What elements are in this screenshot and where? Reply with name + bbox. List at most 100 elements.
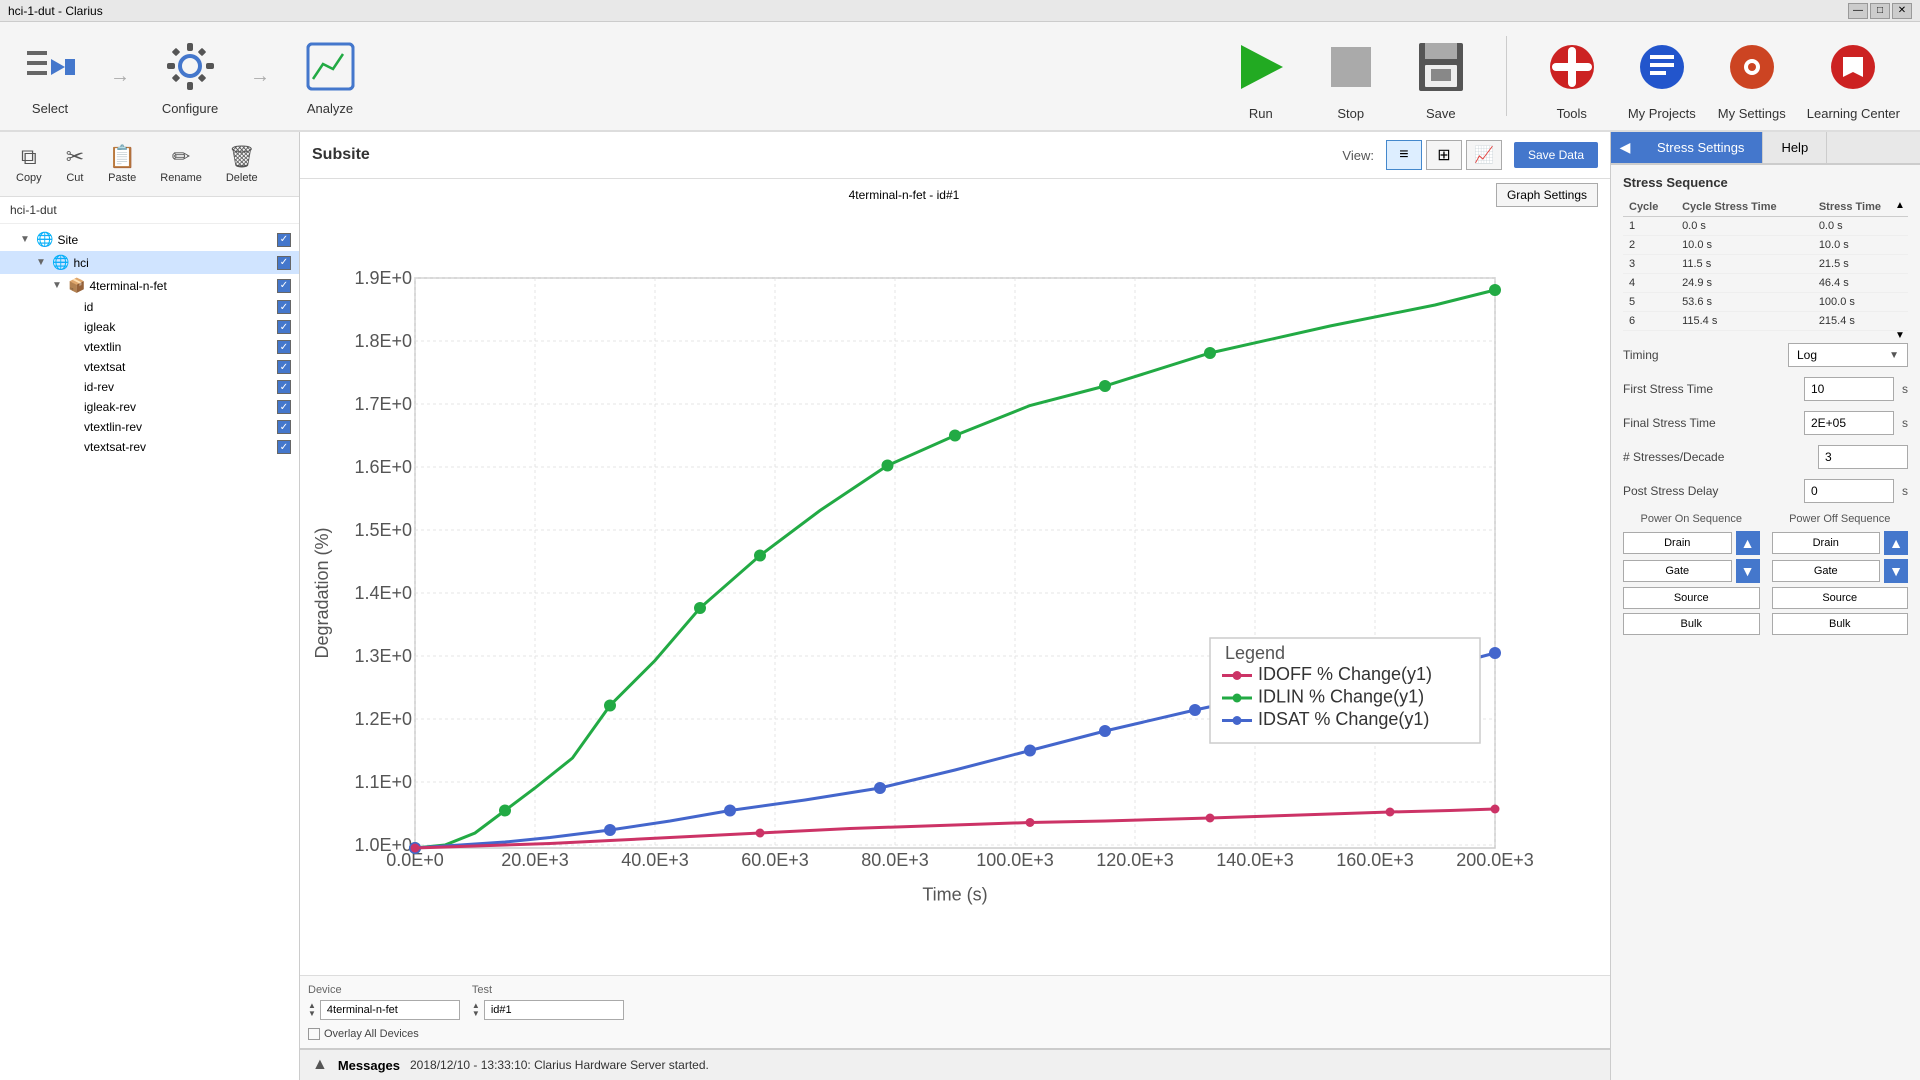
device-arrows[interactable]: ▲ ▼ — [308, 1002, 316, 1018]
cut-action[interactable]: ✂ Cut — [58, 140, 92, 188]
tree-checkbox-vtextsat[interactable]: ✓ — [277, 360, 291, 374]
view-chart-icon[interactable]: 📈 — [1466, 140, 1502, 170]
tree-expander-hci[interactable]: ▼ — [36, 257, 48, 268]
tree-label-id: id — [84, 300, 273, 314]
tree-item-vtextlin-rev[interactable]: vtextlin-rev ✓ — [0, 417, 299, 437]
tree-checkbox-id[interactable]: ✓ — [277, 300, 291, 314]
my-settings-button[interactable]: My Settings — [1717, 32, 1787, 121]
tree-item-igleak[interactable]: igleak ✓ — [0, 317, 299, 337]
power-off-gate-down[interactable]: ▼ — [1884, 559, 1908, 583]
power-on-gate-down[interactable]: ▼ — [1736, 559, 1760, 583]
power-on-col: Power On Sequence Drain ▲ Gate ▼ Source — [1623, 513, 1760, 639]
stop-button[interactable]: Stop — [1316, 32, 1386, 121]
analyze-icon — [300, 37, 360, 97]
tools-button[interactable]: Tools — [1537, 32, 1607, 121]
graph-settings-button[interactable]: Graph Settings — [1496, 183, 1598, 207]
tree-checkbox-vtextsat-rev[interactable]: ✓ — [277, 440, 291, 454]
post-stress-delay-row: Post Stress Delay s — [1623, 479, 1908, 503]
table-scroll-up[interactable]: ▲ — [1895, 200, 1905, 211]
power-on-drain-up[interactable]: ▲ — [1736, 531, 1760, 555]
device-down-arrow[interactable]: ▼ — [308, 1010, 316, 1018]
tree-checkbox-site[interactable]: ✓ — [277, 233, 291, 247]
tree-label-site: Site — [57, 233, 273, 247]
tree-item-site[interactable]: ▼ 🌐 Site ✓ — [0, 228, 299, 251]
maximize-btn[interactable]: □ — [1870, 3, 1890, 19]
first-stress-time-input[interactable] — [1804, 377, 1894, 401]
table-scroll-arrows[interactable]: ▲ ▼ — [1892, 198, 1908, 343]
chart-header: Subsite View: ≡ ⊞ 📈 Save Data — [300, 132, 1610, 179]
table-scroll-down[interactable]: ▼ — [1895, 330, 1905, 341]
svg-text:1.5E+0: 1.5E+0 — [354, 520, 412, 540]
device-value: 4terminal-n-fet — [320, 1000, 460, 1020]
delete-icon: 🗑 — [228, 144, 256, 170]
copy-action[interactable]: ⧉ Copy — [8, 140, 50, 188]
right-panel-back-arrow[interactable]: ◀ — [1611, 132, 1639, 163]
messages-bar: ▲ Messages 2018/12/10 - 13:33:10: Clariu… — [300, 1048, 1610, 1080]
messages-toggle[interactable]: ▲ — [312, 1056, 328, 1074]
tree-checkbox-id-rev[interactable]: ✓ — [277, 380, 291, 394]
my-projects-button[interactable]: My Projects — [1627, 32, 1697, 121]
svg-text:1.1E+0: 1.1E+0 — [354, 772, 412, 792]
tree-checkbox-igleak-rev[interactable]: ✓ — [277, 400, 291, 414]
view-table-icon[interactable]: ≡ — [1386, 140, 1422, 170]
learning-center-button[interactable]: Learning Center — [1807, 32, 1900, 121]
final-stress-time-input[interactable] — [1804, 411, 1894, 435]
tab-stress-settings[interactable]: Stress Settings — [1639, 132, 1763, 163]
tree-checkbox-hci[interactable]: ✓ — [277, 256, 291, 270]
test-value: id#1 — [484, 1000, 624, 1020]
stress-sequence-section: Stress Sequence Cycle Cycle Stress Time … — [1623, 175, 1908, 343]
delete-action[interactable]: 🗑 Delete — [218, 140, 266, 188]
save-label: Save — [1426, 106, 1456, 121]
save-data-button[interactable]: Save Data — [1514, 142, 1598, 168]
tree-item-id[interactable]: id ✓ — [0, 297, 299, 317]
tree-icon-hci: 🌐 — [52, 254, 69, 271]
overlay-checkbox[interactable] — [308, 1028, 320, 1040]
right-panel: ◀ Stress Settings Help Stress Sequence C… — [1610, 132, 1920, 1080]
copy-icon: ⧉ — [21, 144, 37, 170]
rename-action[interactable]: ✏ Rename — [152, 140, 210, 188]
right-panel-content: Stress Sequence Cycle Cycle Stress Time … — [1611, 165, 1920, 1080]
tab-help[interactable]: Help — [1763, 132, 1827, 163]
test-select[interactable]: ▲ ▼ id#1 — [472, 1000, 624, 1020]
tree-item-igleak-rev[interactable]: igleak-rev ✓ — [0, 397, 299, 417]
tree-item-vtextlin[interactable]: vtextlin ✓ — [0, 337, 299, 357]
test-arrows[interactable]: ▲ ▼ — [472, 1002, 480, 1018]
view-grid-icon[interactable]: ⊞ — [1426, 140, 1462, 170]
close-btn[interactable]: ✕ — [1892, 3, 1912, 19]
svg-text:100.0E+3: 100.0E+3 — [976, 850, 1054, 870]
stresses-per-decade-row: # Stresses/Decade — [1623, 445, 1908, 469]
tree-checkbox-vtextlin-rev[interactable]: ✓ — [277, 420, 291, 434]
timing-dropdown-arrow: ▼ — [1889, 350, 1899, 361]
tree-checkbox-vtextlin[interactable]: ✓ — [277, 340, 291, 354]
stress-sequence-table: Cycle Cycle Stress Time Stress Time 1 0.… — [1623, 198, 1908, 331]
paste-action[interactable]: 📋 Paste — [100, 140, 144, 188]
messages-label: Messages — [338, 1058, 400, 1073]
test-down-arrow[interactable]: ▼ — [472, 1010, 480, 1018]
device-select[interactable]: ▲ ▼ 4terminal-n-fet — [308, 1000, 460, 1020]
tree-item-id-rev[interactable]: id-rev ✓ — [0, 377, 299, 397]
power-on-title: Power On Sequence — [1623, 513, 1760, 525]
tree-checkbox-4terminal[interactable]: ✓ — [277, 279, 291, 293]
tree-item-4terminal[interactable]: ▼ 📦 4terminal-n-fet ✓ — [0, 274, 299, 297]
window-controls[interactable]: — □ ✕ — [1848, 3, 1912, 19]
power-off-drain: Drain — [1772, 532, 1881, 554]
tree-item-hci[interactable]: ▼ 🌐 hci ✓ — [0, 251, 299, 274]
configure-step[interactable]: Configure — [160, 37, 220, 116]
y-axis-label: Degradation (%) — [312, 527, 332, 658]
svg-text:1.8E+0: 1.8E+0 — [354, 331, 412, 351]
table-row: 4 24.9 s 46.4 s — [1623, 274, 1908, 293]
analyze-step[interactable]: Analyze — [300, 37, 360, 116]
select-step[interactable]: Select — [20, 37, 80, 116]
tree-checkbox-igleak[interactable]: ✓ — [277, 320, 291, 334]
tree-expander-4terminal[interactable]: ▼ — [52, 280, 64, 291]
power-off-drain-up[interactable]: ▲ — [1884, 531, 1908, 555]
tree-item-vtextsat[interactable]: vtextsat ✓ — [0, 357, 299, 377]
run-button[interactable]: Run — [1226, 32, 1296, 121]
tree-expander-site[interactable]: ▼ — [20, 234, 32, 245]
minimize-btn[interactable]: — — [1848, 3, 1868, 19]
tree-item-vtextsat-rev[interactable]: vtextsat-rev ✓ — [0, 437, 299, 457]
stresses-per-decade-input[interactable] — [1818, 445, 1908, 469]
timing-dropdown[interactable]: Log ▼ — [1788, 343, 1908, 367]
post-stress-delay-input[interactable] — [1804, 479, 1894, 503]
save-button[interactable]: Save — [1406, 32, 1476, 121]
